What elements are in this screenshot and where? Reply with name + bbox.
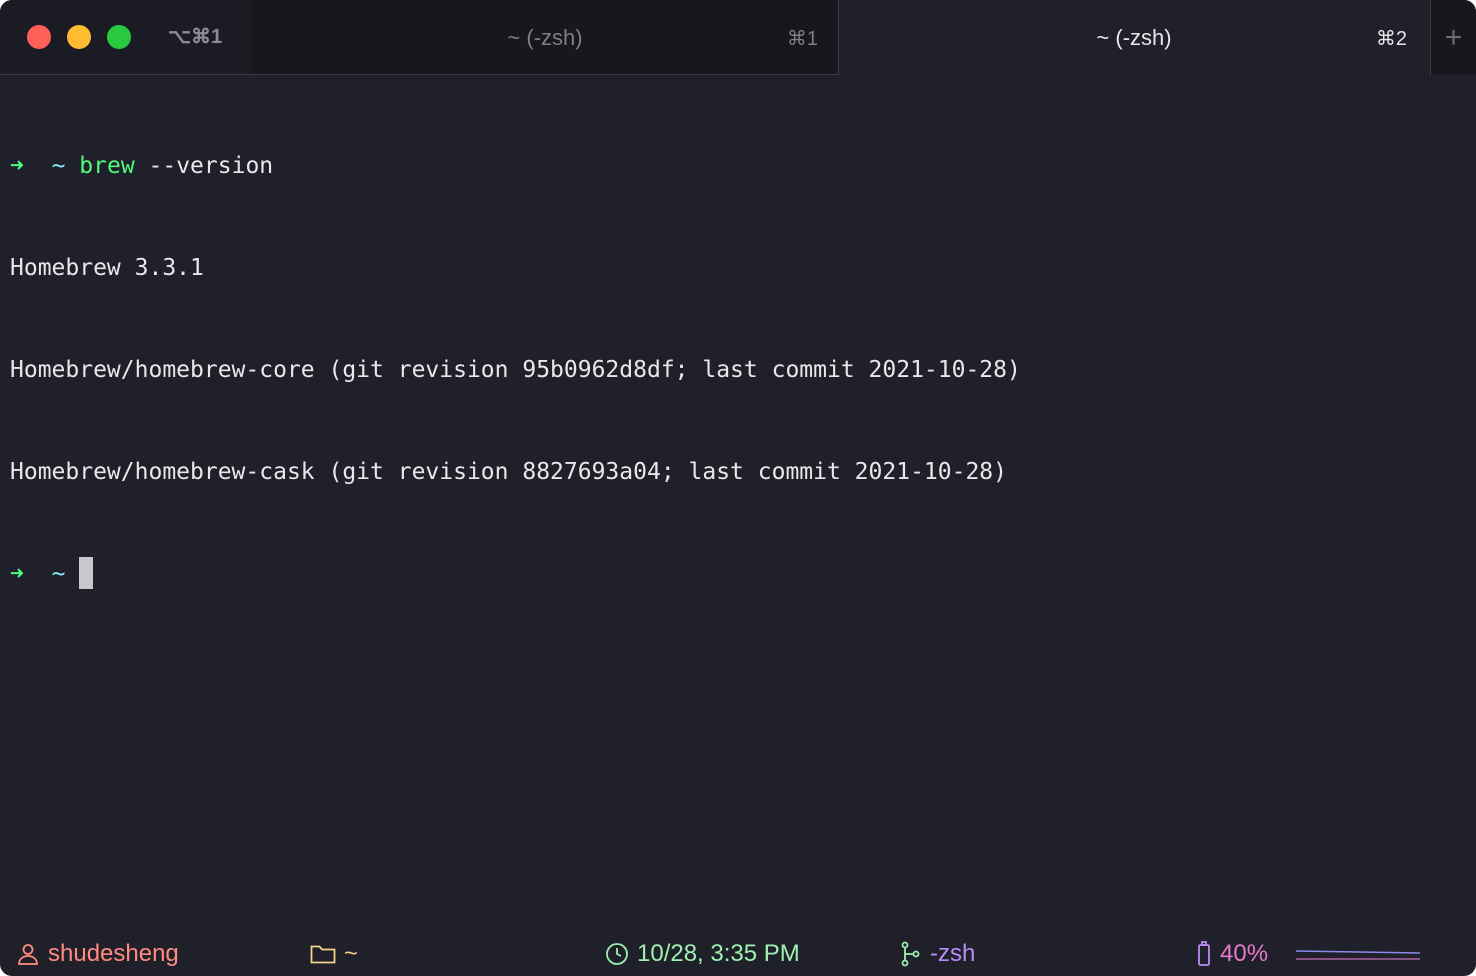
prompt-arrow: ➜ bbox=[10, 153, 24, 179]
terminal-window: ⌥⌘1 ~ (-zsh) ⌘1 ~ (-zsh) ⌘2 + ➜ ~ brew -… bbox=[0, 0, 1476, 976]
battery-percent: 40% bbox=[1220, 940, 1269, 967]
status-user: shudesheng bbox=[16, 940, 179, 968]
output-line: Homebrew/homebrew-cask (git revision 882… bbox=[10, 459, 1007, 485]
command-line: ➜ ~ brew --version bbox=[10, 149, 1466, 183]
maximize-window-button[interactable] bbox=[107, 25, 131, 49]
window-shortcut: ⌥⌘1 bbox=[168, 26, 223, 48]
command-name: brew bbox=[79, 153, 135, 179]
tab-2-active[interactable]: ~ (-zsh) ⌘2 bbox=[839, 0, 1429, 76]
current-prompt-line: ➜ ~ bbox=[10, 557, 1466, 591]
process-name: -zsh bbox=[930, 940, 976, 967]
activity-sparkline bbox=[1295, 950, 1421, 960]
clock-icon bbox=[606, 943, 628, 965]
tab-title: ~ (-zsh) bbox=[507, 25, 583, 50]
tab-shortcut: ⌘2 bbox=[1375, 28, 1407, 50]
command-args: --version bbox=[134, 153, 274, 179]
close-window-button[interactable] bbox=[27, 25, 51, 49]
minimize-window-button[interactable] bbox=[67, 25, 91, 49]
folder-icon bbox=[310, 945, 336, 964]
tab-1[interactable]: ~ (-zsh) ⌘1 bbox=[252, 0, 839, 75]
status-bar: shudesheng ~ 10/28, 3:35 PM -zsh 40% bbox=[0, 930, 1476, 976]
status-battery: 40% bbox=[1196, 940, 1268, 968]
status-datetime: 10/28, 3:35 PM bbox=[605, 940, 800, 968]
prompt-dir: ~ bbox=[51, 561, 66, 587]
output-line: Homebrew/homebrew-core (git revision 95b… bbox=[10, 357, 1021, 383]
user-icon bbox=[18, 944, 38, 965]
output-line: Homebrew 3.3.1 bbox=[10, 255, 204, 281]
datetime-text: 10/28, 3:35 PM bbox=[637, 940, 800, 967]
text-cursor[interactable] bbox=[79, 557, 94, 589]
tab-title: ~ (-zsh) bbox=[1096, 25, 1172, 50]
new-tab-button[interactable]: + bbox=[1430, 0, 1476, 75]
battery-icon bbox=[1198, 941, 1210, 966]
directory-name: ~ bbox=[344, 940, 359, 967]
user-name: shudesheng bbox=[48, 940, 179, 967]
status-process: -zsh bbox=[900, 940, 975, 968]
tab-bar: ⌥⌘1 ~ (-zsh) ⌘1 ~ (-zsh) ⌘2 + bbox=[0, 0, 1476, 76]
terminal-output[interactable]: ➜ ~ brew --version Homebrew 3.3.1 Homebr… bbox=[10, 81, 1466, 659]
tab-shortcut: ⌘1 bbox=[786, 28, 818, 50]
status-directory: ~ bbox=[310, 940, 358, 968]
prompt-dir: ~ bbox=[51, 153, 66, 179]
prompt-arrow: ➜ bbox=[10, 561, 24, 587]
git-branch-icon bbox=[901, 941, 920, 967]
